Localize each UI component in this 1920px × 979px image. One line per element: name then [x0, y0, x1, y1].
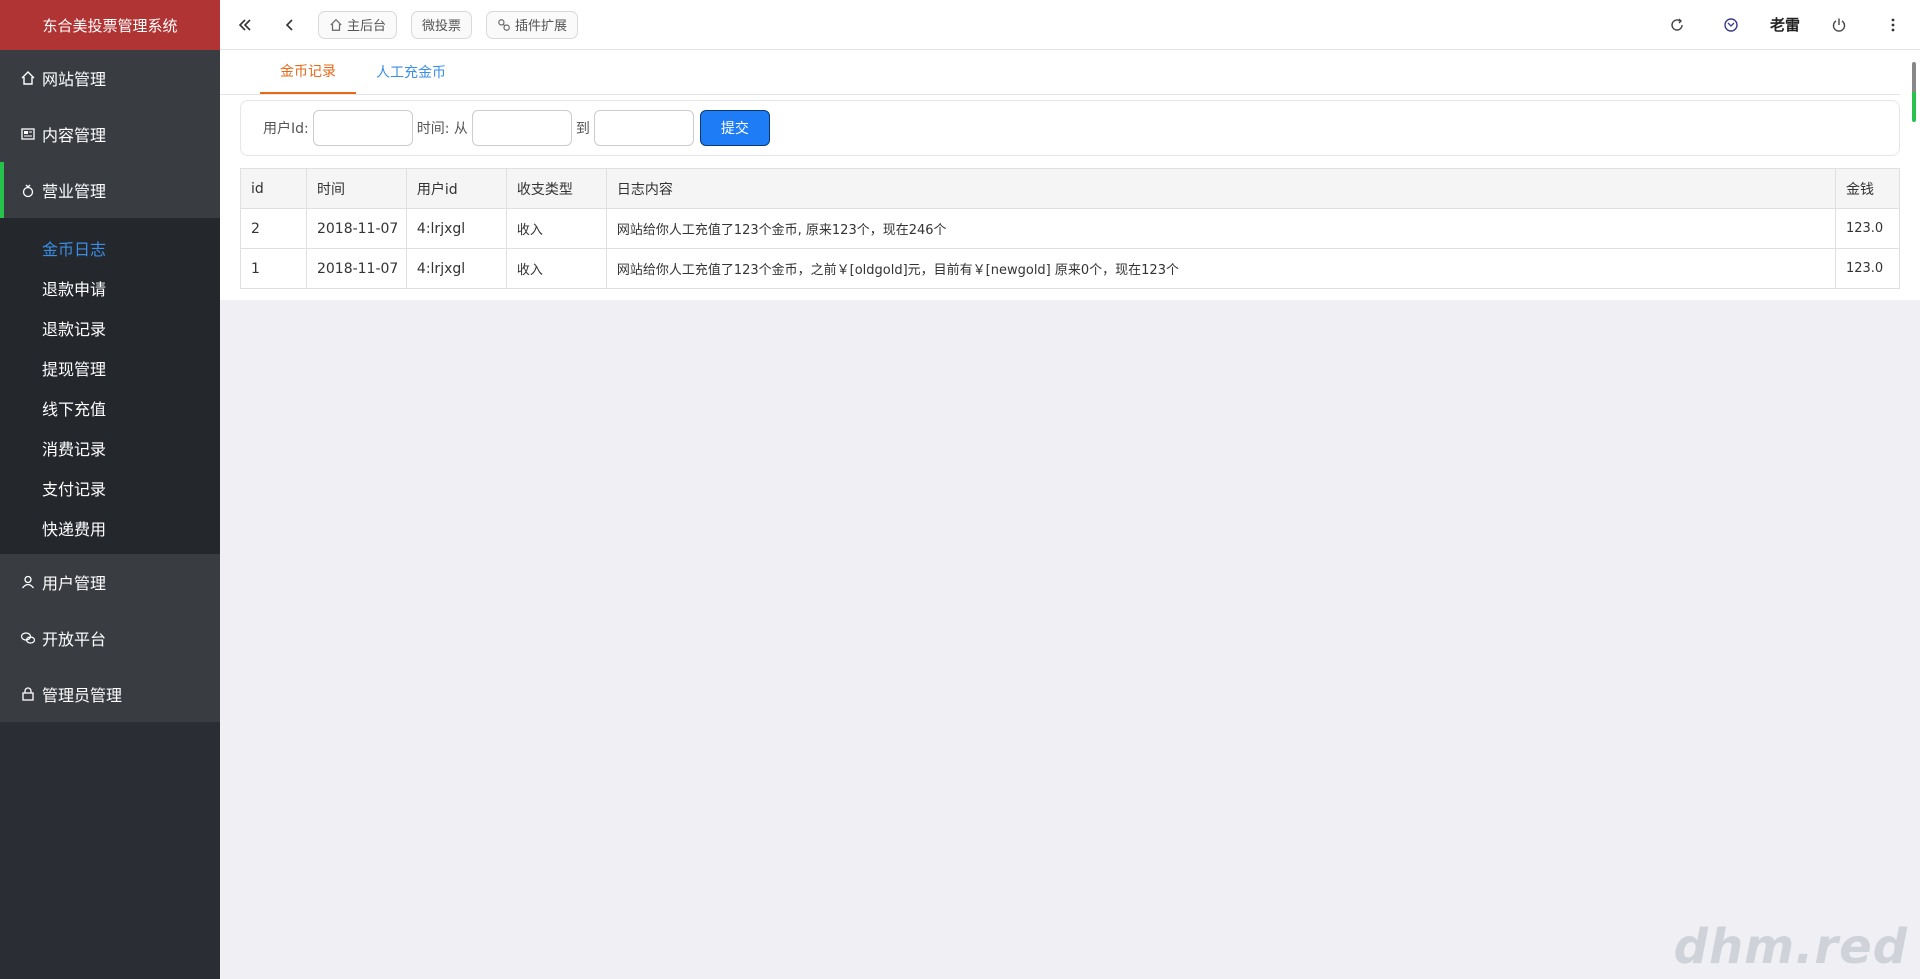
table-header-row: id 时间 用户id 收支类型 日志内容 金钱 — [240, 168, 1901, 209]
sidebar-subitem-offline-recharge[interactable]: 线下充值 — [0, 388, 220, 428]
table-row: 2 2018-11-07 4:lrjxgl 收入 网站给你人工充值了123个金币… — [240, 208, 1901, 249]
user-id-label: 用户Id: — [263, 121, 309, 137]
cell-amount: 123.0 — [1834, 248, 1901, 289]
money-bag-icon — [22, 184, 34, 198]
cell-content: 网站给你人工充值了123个金币，之前￥[oldgold]元，目前有￥[newgo… — [605, 248, 1836, 289]
cell-type: 收入 — [505, 208, 607, 249]
menu-group-top: 网站管理 内容管理 营业管理 — [0, 50, 220, 218]
sidebar-subitem-refund-apply[interactable]: 退款申请 — [0, 268, 220, 308]
user-id-input[interactable] — [312, 110, 413, 146]
time-to-label: 到 — [575, 121, 590, 137]
tab-coin-records[interactable]: 金币记录 — [260, 49, 356, 94]
theme-button[interactable] — [1704, 0, 1758, 50]
column-header-type: 收支类型 — [505, 168, 607, 209]
sidebar-item-label: 开放平台 — [42, 630, 107, 649]
topbar: 主后台 微投票 插件扩展 老雷 — [220, 0, 1920, 50]
refresh-button[interactable] — [1650, 0, 1704, 50]
submenu-business: 金币日志 退款申请 退款记录 提现管理 线下充值 消费记录 支付记录 快递费用 — [0, 218, 220, 554]
sidebar-item-label: 网站管理 — [42, 70, 107, 89]
home-icon — [330, 18, 342, 31]
power-icon — [1832, 18, 1846, 32]
chevron-left-icon — [285, 18, 293, 31]
watermark: dhm.red — [1673, 919, 1908, 975]
content-icon — [21, 128, 35, 140]
refresh-icon — [1671, 18, 1683, 31]
sidebar-subitem-express[interactable]: 快递费用 — [0, 508, 220, 548]
column-header-amount: 金钱 — [1834, 168, 1901, 209]
pill-label: 插件扩展 — [515, 19, 568, 34]
time-from-input[interactable] — [471, 110, 572, 146]
logout-button[interactable] — [1812, 0, 1866, 50]
cell-content: 网站给你人工充值了123个金币, 原来123个，现在246个 — [605, 208, 1836, 249]
sidebar-item-site[interactable]: 网站管理 — [0, 50, 220, 106]
column-header-user-id: 用户id — [405, 168, 507, 209]
sidebar-item-label: 用户管理 — [42, 574, 107, 593]
sidebar-subitem-withdraw[interactable]: 提现管理 — [0, 348, 220, 388]
sidebar-item-content[interactable]: 内容管理 — [0, 106, 220, 162]
cell-user-id: 4:lrjxgl — [405, 248, 507, 289]
tab-bar: 金币记录 人工充金币 — [220, 50, 1900, 95]
sidebar-subitem-payment[interactable]: 支付记录 — [0, 468, 220, 508]
time-to-input[interactable] — [593, 110, 694, 146]
cell-type: 收入 — [505, 248, 607, 289]
sidebar-item-label: 营业管理 — [42, 182, 107, 201]
brand-title: 东合美投票管理系统 — [0, 0, 220, 50]
cell-id: 1 — [240, 248, 307, 289]
column-header-time: 时间 — [305, 168, 407, 209]
more-vertical-icon — [1891, 18, 1895, 31]
sidebar-item-label: 管理员管理 — [42, 686, 123, 705]
plugin-extension-pill[interactable]: 插件扩展 — [486, 10, 579, 39]
double-chevron-left-icon — [238, 18, 251, 31]
tab-manual-recharge[interactable]: 人工充金币 — [356, 49, 466, 94]
cell-id: 2 — [240, 208, 307, 249]
pill-label: 主后台 — [347, 19, 387, 34]
sidebar-subitem-refund-record[interactable]: 退款记录 — [0, 308, 220, 348]
sidebar-item-admins[interactable]: 管理员管理 — [0, 666, 220, 722]
sidebar-item-label: 内容管理 — [42, 126, 107, 145]
sidebar-subitem-coin-log[interactable]: 金币日志 — [0, 228, 220, 268]
plugin-icon — [498, 18, 510, 31]
menu-group-bottom: 用户管理 开放平台 管理员管理 — [0, 554, 220, 722]
pill-label: 微投票 — [422, 19, 462, 34]
sidebar: 东合美投票管理系统 网站管理 内容管理 营业管理 金币日志 退款申请 退款记录 … — [0, 0, 220, 979]
submit-button[interactable]: 提交 — [699, 110, 770, 146]
lock-icon — [22, 687, 34, 701]
scrollbar-track[interactable] — [1900, 50, 1920, 300]
filter-form: 用户Id: 时间: 从 到 提交 — [240, 100, 1900, 156]
column-header-id: id — [240, 168, 307, 209]
user-name[interactable]: 老雷 — [1758, 14, 1812, 35]
content-panel: 金币记录 人工充金币 用户Id: 时间: 从 到 提交 id 时间 用户id 收… — [220, 50, 1901, 300]
palette-icon — [1724, 17, 1738, 32]
more-button[interactable] — [1866, 0, 1920, 50]
sidebar-item-open-platform[interactable]: 开放平台 — [0, 610, 220, 666]
home-icon — [21, 71, 35, 85]
wechat-icon — [20, 632, 36, 644]
sidebar-item-business[interactable]: 营业管理 — [0, 162, 220, 218]
time-from-label: 时间: 从 — [416, 121, 468, 137]
cell-user-id: 4:lrjxgl — [405, 208, 507, 249]
main-admin-pill[interactable]: 主后台 — [318, 10, 398, 39]
column-header-content: 日志内容 — [605, 168, 1836, 209]
cell-time: 2018-11-07 — [305, 208, 407, 249]
cell-time: 2018-11-07 — [305, 248, 407, 289]
sidebar-item-users[interactable]: 用户管理 — [0, 554, 220, 610]
collapse-sidebar-button[interactable] — [220, 0, 270, 50]
user-icon — [21, 575, 35, 589]
sidebar-subitem-consume[interactable]: 消费记录 — [0, 428, 220, 468]
topbar-right: 老雷 — [1650, 0, 1920, 50]
scrollbar-thumb[interactable] — [1912, 62, 1916, 122]
micro-vote-pill[interactable]: 微投票 — [411, 10, 473, 39]
cell-amount: 123.0 — [1834, 208, 1901, 249]
coin-log-table: id 时间 用户id 收支类型 日志内容 金钱 2 2018-11-07 4:l… — [240, 168, 1901, 289]
table-row: 1 2018-11-07 4:lrjxgl 收入 网站给你人工充值了123个金币… — [240, 248, 1901, 289]
back-button[interactable] — [270, 0, 310, 50]
